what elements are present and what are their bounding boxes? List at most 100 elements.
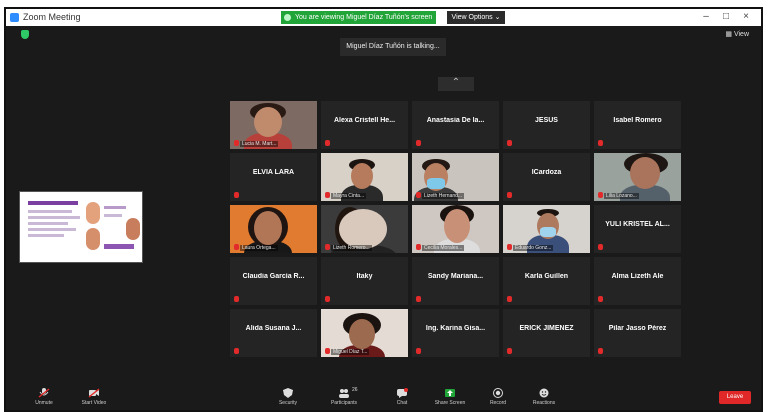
chat-button[interactable]: Chat xyxy=(382,386,422,410)
unmute-button[interactable]: Unmute xyxy=(24,386,64,410)
participant-name: Itaky xyxy=(356,273,373,280)
title-bar: Zoom Meeting You are viewing Miguel Díaz… xyxy=(6,9,761,27)
muted-mic-icon xyxy=(325,140,330,146)
video-off-icon xyxy=(88,388,100,398)
share-screen-icon xyxy=(445,389,455,397)
participant-name: ICardoza xyxy=(531,169,562,176)
participant-name: Claudia García R... xyxy=(242,273,305,280)
muted-mic-icon xyxy=(234,192,239,198)
meeting-toolbar: Unmute Start Video Security 26 Participa… xyxy=(6,386,761,410)
participants-label: Participants xyxy=(330,400,358,406)
close-window-button[interactable]: × xyxy=(739,11,753,22)
participant-video-label: Cecilia Morales... xyxy=(422,245,465,251)
muted-mic-icon xyxy=(598,192,603,198)
participant-video-label: Eduardo Gonz... xyxy=(513,245,554,251)
participant-name: Sandy Mariana... xyxy=(427,273,484,280)
security-button[interactable]: Security xyxy=(268,386,308,410)
participant-tile[interactable]: ELVIA LARA xyxy=(230,153,317,201)
muted-mic-icon xyxy=(598,244,603,250)
screen-share-banner[interactable]: You are viewing Miguel Díaz Tuñón's scre… xyxy=(281,11,436,24)
participant-tile[interactable]: Cecilia Morales... xyxy=(412,205,499,253)
participant-name: Alida Susana J... xyxy=(245,325,302,332)
participant-tile[interactable]: ICardoza xyxy=(503,153,590,201)
share-status-icon xyxy=(284,14,291,21)
muted-mic-icon xyxy=(234,244,239,250)
minimize-button[interactable]: – xyxy=(699,11,713,22)
zoom-window-frame: Zoom Meeting You are viewing Miguel Díaz… xyxy=(0,0,769,412)
talking-indicator: Miguel Díaz Tuñón is talking... xyxy=(340,38,446,56)
participants-icon xyxy=(339,389,349,398)
muted-mic-icon xyxy=(416,140,421,146)
slide-text-line xyxy=(104,214,122,217)
share-screen-button[interactable]: Share Screen xyxy=(430,386,470,410)
participant-name: YULI KRISTEL AL... xyxy=(605,221,670,228)
participant-tile[interactable]: ERICK JIMENEZ xyxy=(503,309,590,357)
view-options-button[interactable]: View Options ⌄ xyxy=(447,11,505,24)
view-button[interactable]: ▦ View xyxy=(725,30,749,38)
leave-meeting-button[interactable]: Leave xyxy=(719,391,751,404)
participant-tile[interactable]: Claudia García R... xyxy=(230,257,317,305)
participant-name: Karla Guillen xyxy=(524,273,569,280)
participant-tile[interactable]: Lucia M. Mart... xyxy=(230,101,317,149)
participant-tile[interactable]: Isabel Romero xyxy=(594,101,681,149)
start-video-button[interactable]: Start Video xyxy=(74,386,114,410)
gallery-page-up-button[interactable]: ⌃ xyxy=(438,77,474,91)
participant-tile[interactable]: Anastasia De la... xyxy=(412,101,499,149)
participant-tile[interactable]: Alexa Cristell He... xyxy=(321,101,408,149)
security-label: Security xyxy=(278,400,298,406)
encryption-shield-icon[interactable] xyxy=(21,30,29,39)
muted-mic-icon xyxy=(598,296,603,302)
participant-tile[interactable]: Itaky xyxy=(321,257,408,305)
reactions-button[interactable]: Reactions xyxy=(524,386,564,410)
view-button-label: View xyxy=(733,31,749,38)
participants-count: 26 xyxy=(352,387,358,393)
participant-tile[interactable]: YULI KRISTEL AL... xyxy=(594,205,681,253)
maximize-button[interactable]: □ xyxy=(719,11,733,22)
start-video-label: Start Video xyxy=(81,400,107,406)
participant-name: Alexa Cristell He... xyxy=(333,117,396,124)
participant-tile[interactable]: Karla Guillen xyxy=(503,257,590,305)
participant-name: Anastasia De la... xyxy=(426,117,485,124)
participant-tile[interactable]: Alida Susana J... xyxy=(230,309,317,357)
slide-text-line xyxy=(104,244,134,249)
muted-mic-icon xyxy=(416,244,421,250)
participant-tile[interactable]: Pilar Jasso Pérez xyxy=(594,309,681,357)
record-icon xyxy=(493,388,503,398)
muted-mic-icon xyxy=(325,296,330,302)
participant-tile[interactable]: JESUS xyxy=(503,101,590,149)
participants-button[interactable]: 26 Participants xyxy=(324,386,364,410)
participant-video-label: Lizeth Romero... xyxy=(331,245,372,251)
shield-icon xyxy=(283,388,293,398)
zoom-window: Zoom Meeting You are viewing Miguel Díaz… xyxy=(4,7,763,412)
muted-mic-icon xyxy=(234,140,239,146)
muted-mic-icon xyxy=(598,140,603,146)
muted-mic-icon xyxy=(234,348,239,354)
zoom-logo-icon xyxy=(10,13,19,22)
participant-tile[interactable]: Sandy Mariana... xyxy=(412,257,499,305)
participant-tile[interactable]: Lizeth Romero... xyxy=(321,205,408,253)
shared-screen-thumbnail[interactable] xyxy=(19,191,143,263)
participant-name: JESUS xyxy=(535,117,558,124)
chat-label: Chat xyxy=(396,400,408,406)
participant-name: ELVIA LARA xyxy=(252,169,295,176)
window-title: Zoom Meeting xyxy=(23,12,81,22)
participant-tile[interactable]: Miguel Díaz T... xyxy=(321,309,408,357)
reactions-icon xyxy=(539,388,549,398)
muted-mic-icon xyxy=(507,192,512,198)
participant-video-label: Lilia Lozano... xyxy=(604,193,639,199)
participant-tile[interactable]: Laura Ortega... xyxy=(230,205,317,253)
participant-tile[interactable]: Lizeth Hernand... xyxy=(412,153,499,201)
participant-tile[interactable]: Alma Lizeth Ale xyxy=(594,257,681,305)
slide-text-line xyxy=(28,222,68,225)
muted-mic-icon xyxy=(507,140,512,146)
participant-tile[interactable]: Eduardo Gonz... xyxy=(503,205,590,253)
muted-mic-icon xyxy=(234,296,239,302)
participant-tile[interactable]: Ing. Karina Gisa... xyxy=(412,309,499,357)
participant-tile[interactable]: Mayra Cinta... xyxy=(321,153,408,201)
slide-text-line xyxy=(104,206,126,209)
participant-name: Ing. Karina Gisa... xyxy=(425,325,486,332)
participant-video-label: Mayra Cinta... xyxy=(331,193,367,199)
record-button[interactable]: Record xyxy=(478,386,518,410)
participant-tile[interactable]: Lilia Lozano... xyxy=(594,153,681,201)
muted-mic-icon xyxy=(416,296,421,302)
